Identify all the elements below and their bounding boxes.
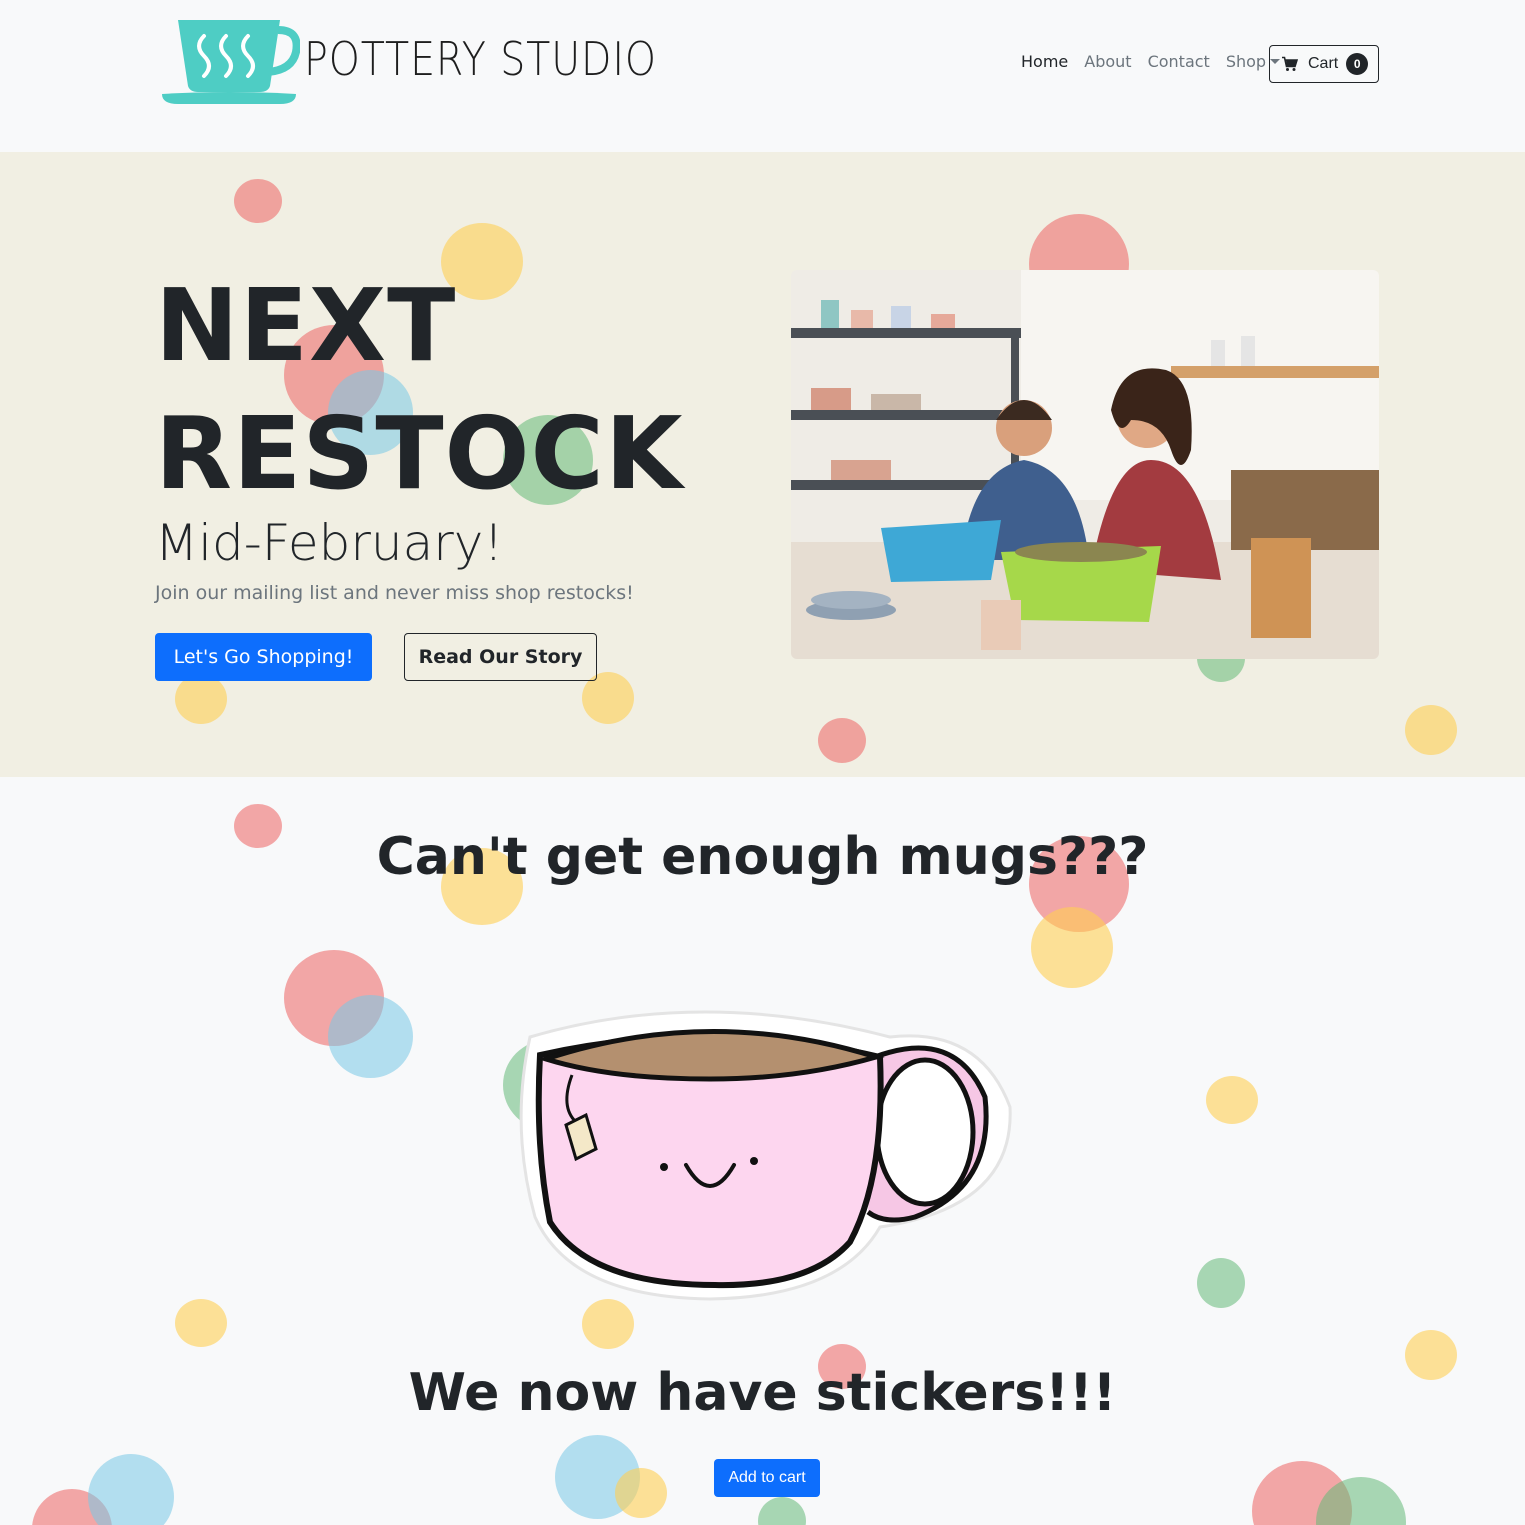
decor-dot	[1197, 1258, 1245, 1308]
decor-dot	[175, 674, 227, 724]
hero-subtitle: Mid-February!	[155, 514, 504, 572]
hero-title-line2: RESTOCK	[155, 395, 684, 512]
decor-dot	[818, 718, 866, 763]
decor-dot	[1031, 907, 1113, 988]
nav-links: Home About Contact Shop	[1021, 52, 1281, 71]
decor-dot	[234, 179, 282, 223]
nav-home[interactable]: Home	[1021, 52, 1068, 71]
hero-title: NEXT RESTOCK	[155, 262, 683, 518]
decor-dot	[615, 1468, 667, 1518]
hero-photo	[791, 270, 1379, 659]
read-story-button[interactable]: Read Our Story	[404, 633, 597, 681]
decor-dot	[175, 1299, 227, 1347]
shop-now-button[interactable]: Let's Go Shopping!	[155, 633, 372, 681]
hero-title-line1: NEXT	[155, 267, 457, 384]
hero-lead: Join our mailing list and never miss sho…	[155, 582, 634, 604]
brand-name: POTTERY STUDIO	[304, 32, 657, 86]
cart-count-badge: 0	[1346, 53, 1369, 75]
nav-shop-label: Shop	[1225, 52, 1267, 71]
hero-section: NEXT RESTOCK Mid-February! Join our mail…	[0, 152, 1525, 777]
nav-about[interactable]: About	[1084, 52, 1131, 71]
add-to-cart-button[interactable]: Add to cart	[714, 1459, 820, 1497]
brand-logo[interactable]: POTTERY STUDIO	[160, 18, 656, 108]
mug-sticker-image	[519, 1010, 1012, 1301]
navbar: POTTERY STUDIO Home About Contact Shop C…	[0, 0, 1525, 152]
cart-label: Cart	[1308, 55, 1339, 72]
mugs-heading: Can't get enough mugs???	[376, 827, 1149, 887]
cup-logo-icon	[162, 20, 300, 104]
decor-dot	[1405, 705, 1457, 755]
decor-dot	[328, 995, 413, 1078]
decor-dot	[88, 1454, 174, 1525]
promo-section: Can't get enough mugs??? We now have sti…	[0, 777, 1525, 1525]
decor-dot	[758, 1497, 806, 1525]
nav-contact[interactable]: Contact	[1148, 52, 1210, 71]
decor-dot	[1206, 1076, 1258, 1124]
cart-icon	[1282, 56, 1298, 71]
cart-button[interactable]: Cart 0	[1269, 45, 1379, 83]
stickers-heading: We now have stickers!!!	[408, 1363, 1117, 1423]
